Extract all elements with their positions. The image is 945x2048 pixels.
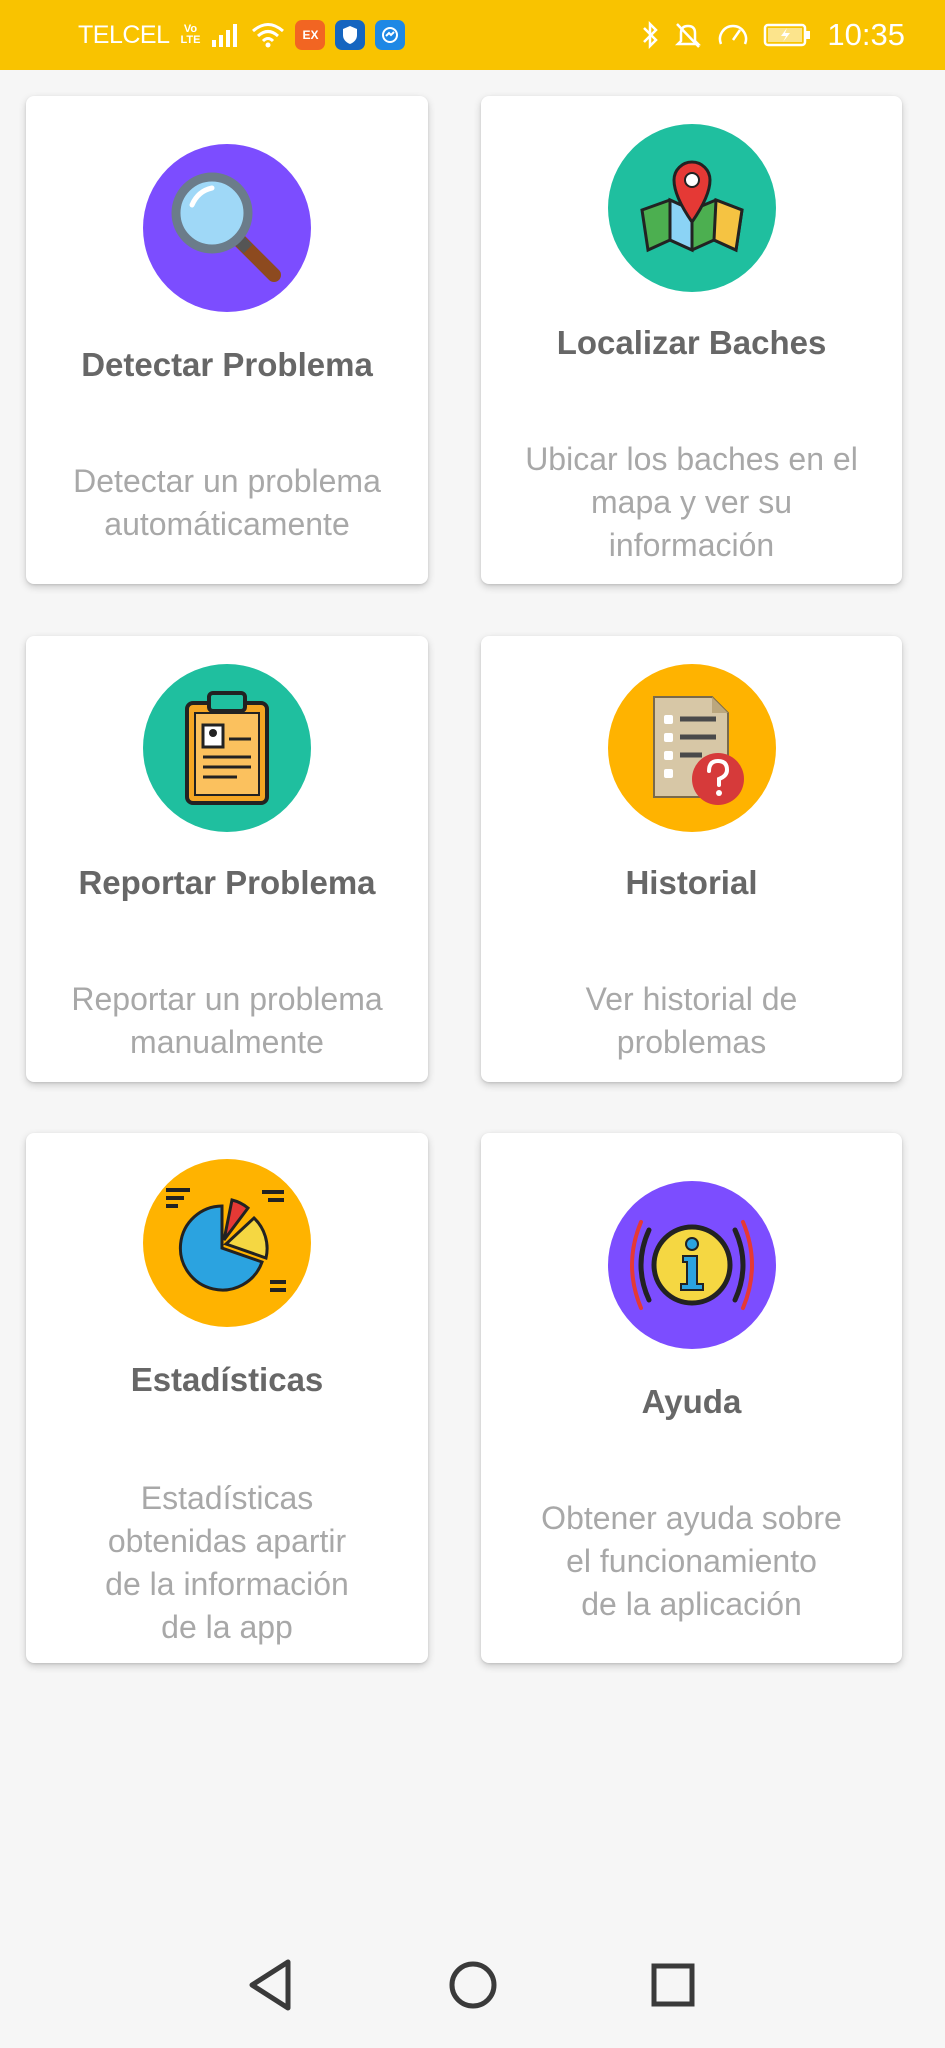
app-notification-icon: EX [295, 20, 326, 50]
card-title: Historial [625, 864, 758, 901]
magnifier-icon [143, 144, 311, 312]
card-historial[interactable]: Historial Ver historial de problemas [481, 636, 902, 1082]
recents-icon[interactable] [638, 1950, 708, 2020]
card-title: Detectar Problema [81, 346, 373, 383]
navigation-bar [0, 1920, 945, 2048]
card-description: Ver historial de problemas [585, 981, 798, 1060]
card-title: Localizar Baches [556, 324, 827, 361]
clock: 10:35 [827, 17, 905, 52]
wifi-icon [251, 21, 285, 49]
back-icon[interactable] [236, 1950, 306, 2020]
info-icon [607, 1181, 776, 1349]
clipboard-icon [143, 664, 311, 832]
card-description: Detectar un problema automáticamente [73, 463, 381, 542]
silent-bell-icon [673, 20, 703, 50]
status-bar: TELCEL Vo LTE EX 10:35 [0, 0, 945, 70]
card-title: Ayuda [641, 1383, 742, 1420]
card-title: Estadísticas [130, 1361, 324, 1398]
battery-icon [763, 22, 813, 48]
shield-app-icon [335, 20, 366, 50]
home-icon[interactable] [438, 1950, 508, 2020]
speedometer-icon [717, 20, 749, 50]
messenger-app-icon [375, 20, 406, 50]
document-question-icon [607, 664, 776, 832]
card-localizar-baches[interactable]: Localizar Baches Ubicar los baches en el… [481, 96, 902, 584]
card-ayuda[interactable]: Ayuda Obtener ayuda sobre el funcionamie… [481, 1133, 902, 1663]
card-description: Reportar un problema manualmente [71, 981, 383, 1060]
card-description: Ubicar los baches en el mapa y ver su in… [525, 441, 858, 563]
map-pin-icon [607, 124, 776, 292]
signal-icon [211, 22, 241, 48]
bluetooth-icon [641, 20, 659, 50]
volte-indicator: Vo LTE [180, 23, 201, 46]
pie-chart-icon [143, 1159, 311, 1327]
card-description: Estadísticas obtenidas apartir de la inf… [105, 1480, 349, 1645]
carrier-name: TELCEL [78, 20, 170, 49]
card-estadisticas[interactable]: Estadísticas Estadísticas obtenidas apar… [26, 1133, 428, 1663]
card-description: Obtener ayuda sobre el funcionamiento de… [541, 1500, 842, 1622]
card-title: Reportar Problema [78, 864, 376, 901]
card-detectar-problema[interactable]: Detectar Problema Detectar un problema a… [26, 96, 428, 584]
card-reportar-problema[interactable]: Reportar Problema Reportar un problema m… [26, 636, 428, 1082]
